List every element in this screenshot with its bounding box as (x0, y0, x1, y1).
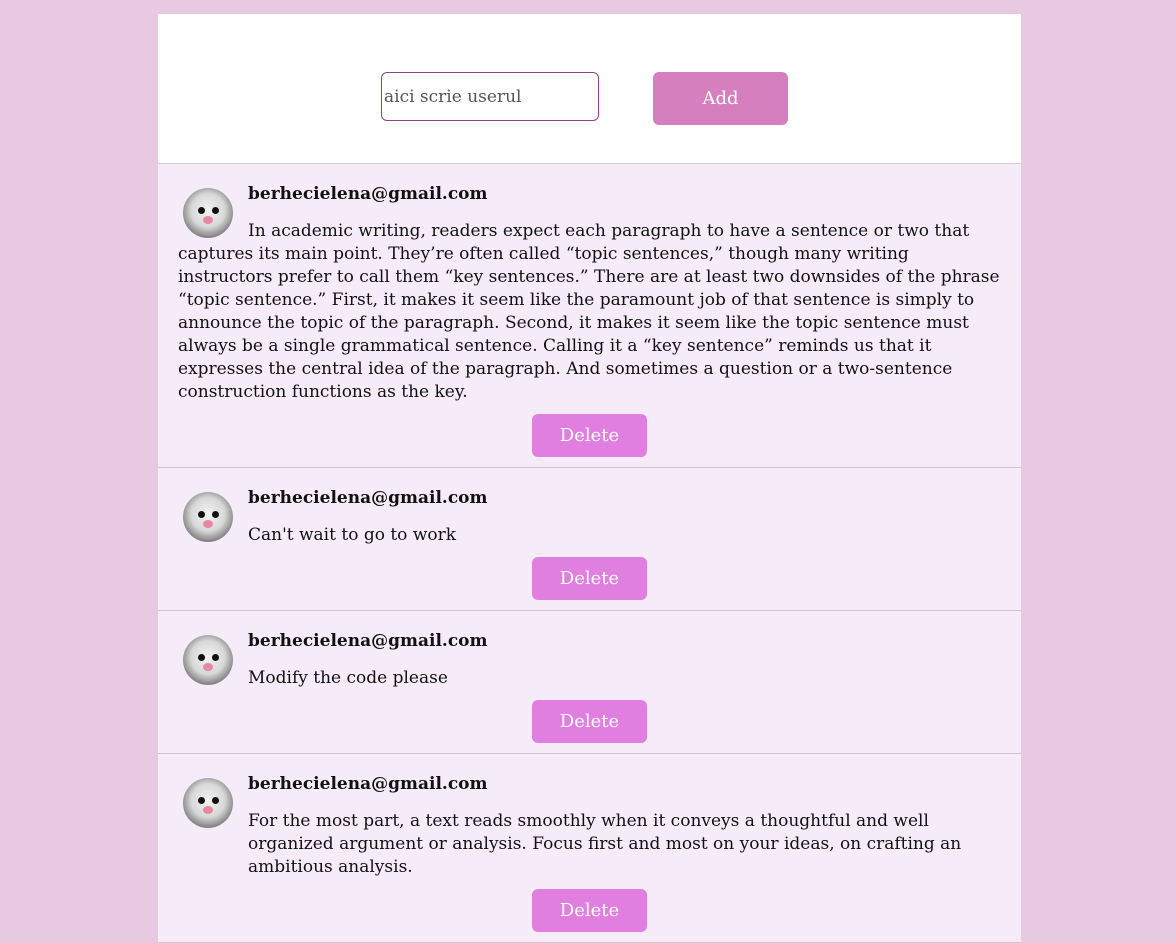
post-text: Modify the code please (248, 668, 448, 688)
post-user: berhecielena@gmail.com (248, 774, 488, 794)
post-item: berhecielena@gmail.com Modify the code p… (158, 611, 1021, 754)
add-button[interactable]: Add (653, 72, 788, 125)
post-user: berhecielena@gmail.com (248, 631, 488, 651)
post-text: For the most part, a text reads smoothly… (248, 811, 962, 877)
feed-card: Add berhecielena@gmail.com In academic w… (158, 14, 1021, 943)
composer: Add (158, 14, 1021, 164)
avatar (183, 492, 233, 542)
post-text: In academic writing, readers expect each… (178, 221, 1000, 402)
post-item: berhecielena@gmail.com Can't wait to go … (158, 468, 1021, 611)
post-item: berhecielena@gmail.com In academic writi… (158, 164, 1021, 468)
post-item: berhecielena@gmail.com For the most part… (158, 754, 1021, 943)
delete-button[interactable]: Delete (532, 889, 647, 932)
delete-button[interactable]: Delete (532, 557, 647, 600)
avatar (183, 188, 233, 238)
user-input[interactable] (381, 72, 599, 121)
post-user: berhecielena@gmail.com (248, 488, 488, 508)
post-user: berhecielena@gmail.com (248, 184, 488, 204)
post-text: Can't wait to go to work (248, 525, 457, 545)
delete-button[interactable]: Delete (532, 414, 647, 457)
avatar (183, 635, 233, 685)
delete-button[interactable]: Delete (532, 700, 647, 743)
avatar (183, 778, 233, 828)
